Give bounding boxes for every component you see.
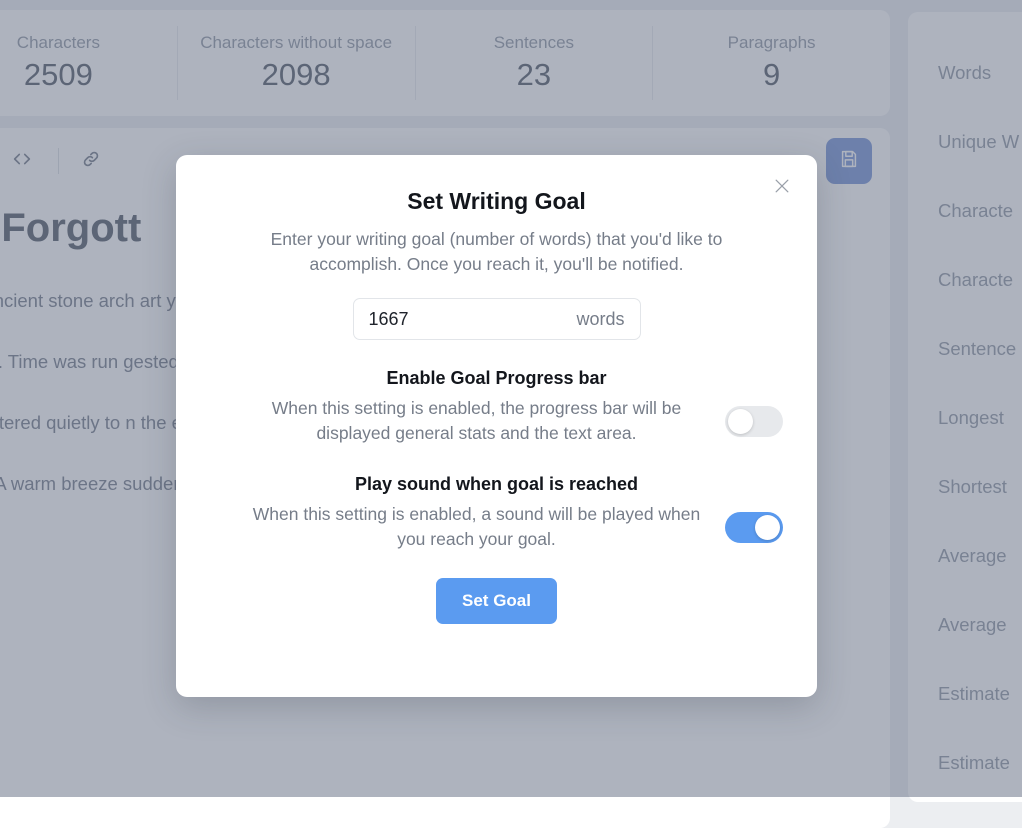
modal-description: Enter your writing goal (number of words…	[270, 229, 723, 274]
toggle-knob	[728, 408, 753, 434]
modal-title: Set Writing Goal	[407, 188, 586, 214]
setting-title: Enable Goal Progress bar	[386, 368, 607, 388]
setting-play-sound: Play sound when goal is reached When thi…	[176, 472, 817, 552]
goal-unit-label: words	[576, 308, 625, 329]
set-goal-button[interactable]: Set Goal	[436, 578, 557, 624]
goal-input[interactable]	[368, 308, 569, 330]
toggle-knob	[755, 514, 780, 540]
set-writing-goal-modal: Set Writing Goal Enter your writing goal…	[176, 155, 817, 697]
setting-description: When this setting is enabled, a sound wi…	[252, 504, 701, 549]
setting-progress-bar: Enable Goal Progress bar When this setti…	[176, 366, 817, 446]
setting-description: When this setting is enabled, the progre…	[271, 398, 682, 443]
play-sound-toggle[interactable]	[725, 511, 783, 543]
setting-row: When this setting is enabled, a sound wi…	[176, 502, 817, 552]
modal-actions: Set Goal	[176, 578, 817, 624]
setting-row: When this setting is enabled, the progre…	[176, 396, 817, 446]
close-icon	[772, 176, 792, 201]
goal-input-group[interactable]: words	[352, 298, 641, 340]
close-button[interactable]	[768, 174, 796, 202]
progress-bar-toggle[interactable]	[725, 405, 783, 437]
setting-title: Play sound when goal is reached	[354, 474, 639, 494]
